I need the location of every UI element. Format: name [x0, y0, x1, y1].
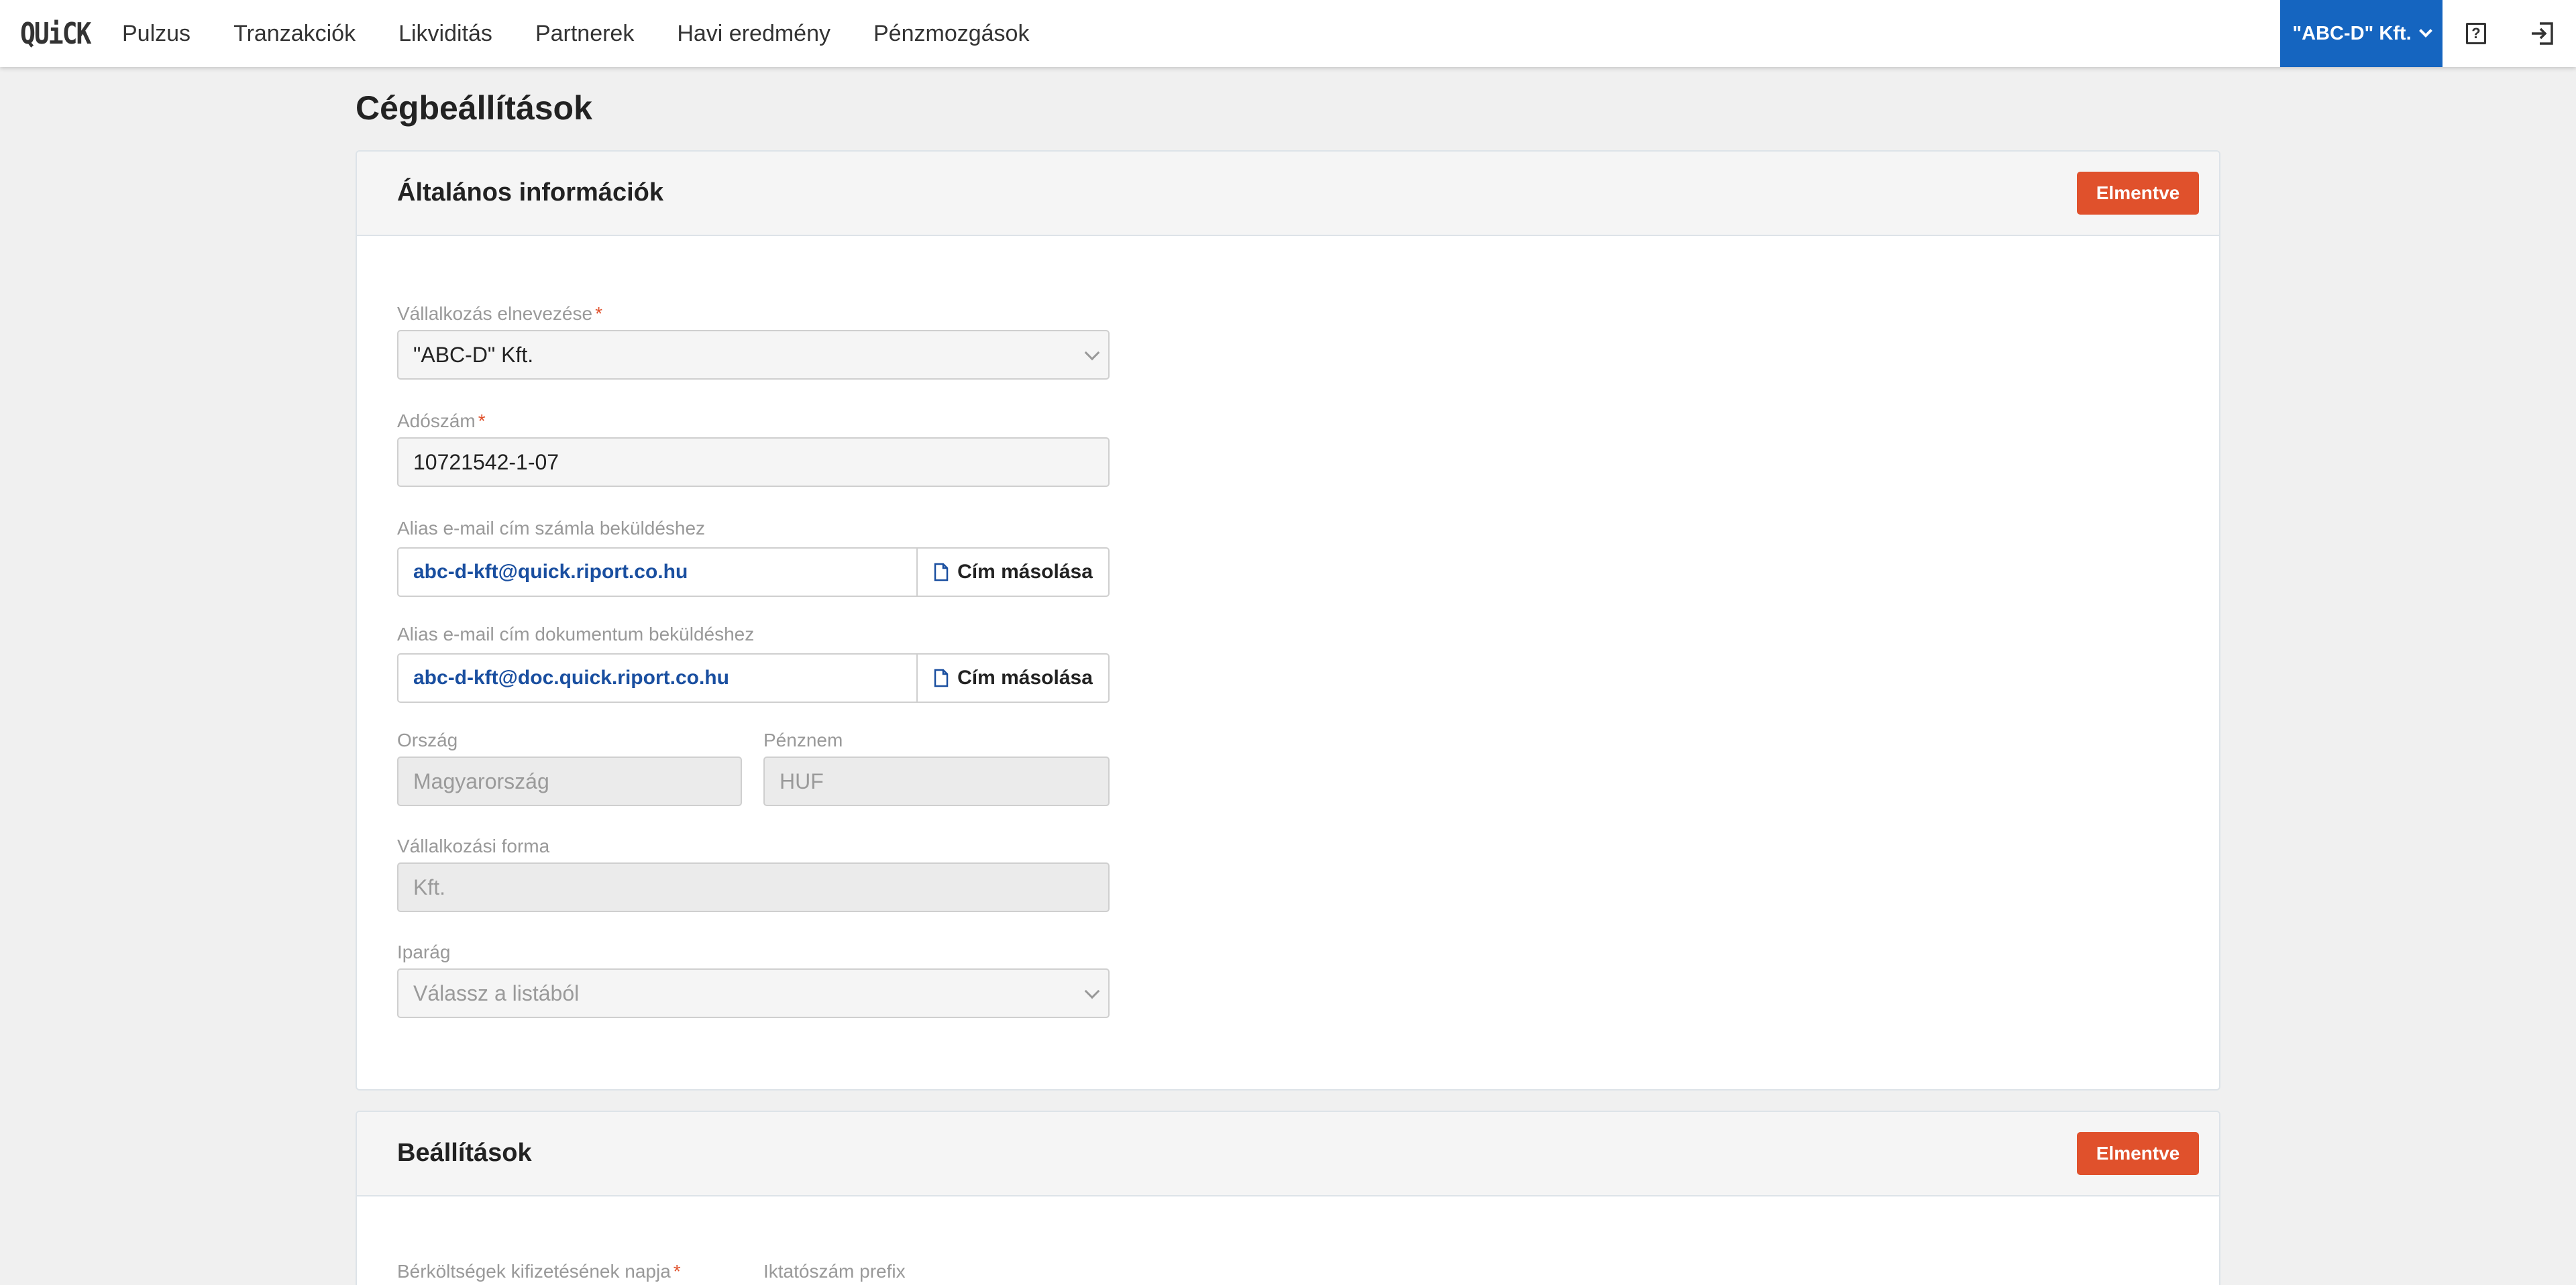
- industry-placeholder: Válassz a listából: [413, 981, 580, 1005]
- top-navigation-bar: QUiCK Pulzus Tranzakciók Likviditás Part…: [0, 0, 2576, 67]
- currency-input: HUF: [763, 757, 1110, 806]
- quick-logo[interactable]: QUiCK: [20, 17, 91, 51]
- country-value: Magyarország: [413, 769, 549, 793]
- nav-item-havi-eredmeny[interactable]: Havi eredmény: [677, 21, 830, 47]
- general-save-button[interactable]: Elmentve: [2077, 172, 2199, 215]
- settings-title: Beállítások: [397, 1139, 532, 1167]
- required-marker: *: [478, 410, 486, 431]
- chevron-down-icon: [2418, 24, 2432, 38]
- salary-day-label: Bérköltségek kifizetésének napja *: [397, 1261, 681, 1282]
- company-selector-label: "ABC-D" Kft.: [2292, 22, 2412, 44]
- company-name-label: Vállalkozás elnevezése *: [397, 303, 602, 325]
- document-alias-group: abc-d-kft@doc.quick.riport.co.hu Cím más…: [397, 653, 1110, 703]
- document-alias-label: Alias e-mail cím dokumentum beküldéshez: [397, 624, 755, 645]
- company-selector-button[interactable]: "ABC-D" Kft.: [2280, 0, 2443, 67]
- nav-item-likviditas[interactable]: Likviditás: [398, 21, 492, 47]
- question-square-icon[interactable]: ?: [2463, 20, 2490, 47]
- nav-item-pulzus[interactable]: Pulzus: [122, 21, 191, 47]
- business-form-label: Vállalkozási forma: [397, 836, 550, 856]
- industry-label: Iparág: [397, 942, 451, 962]
- copy-document-alias-label: Cím másolása: [957, 667, 1093, 689]
- general-info-card: Általános információk Elmentve Vállalkoz…: [356, 150, 2220, 1091]
- logout-icon[interactable]: [2529, 20, 2556, 47]
- document-icon: [934, 563, 949, 581]
- tax-number-label: Adószám *: [397, 410, 486, 432]
- nav-item-partnerek[interactable]: Partnerek: [535, 21, 634, 47]
- company-name-value: "ABC-D" Kft.: [413, 342, 534, 367]
- currency-value: HUF: [780, 769, 824, 793]
- settings-header: Beállítások Elmentve: [357, 1112, 2219, 1196]
- page-title: Cégbeállítások: [356, 89, 592, 127]
- business-form-value: Kft.: [413, 875, 446, 899]
- settings-card: Beállítások Elmentve Bérköltségek kifize…: [356, 1111, 2220, 1285]
- general-info-header: Általános információk Elmentve: [357, 152, 2219, 236]
- required-marker: *: [673, 1261, 681, 1282]
- copy-invoice-alias-label: Cím másolása: [957, 561, 1093, 583]
- tax-number-value: 10721542-1-07: [413, 449, 559, 474]
- chevron-down-icon: [1084, 983, 1100, 999]
- company-name-select[interactable]: "ABC-D" Kft.: [397, 330, 1110, 380]
- chevron-down-icon: [1084, 345, 1100, 361]
- company-name-label-text: Vállalkozás elnevezése: [397, 303, 593, 324]
- settings-save-button[interactable]: Elmentve: [2077, 1132, 2199, 1175]
- currency-label: Pénznem: [763, 730, 843, 750]
- document-alias-email[interactable]: abc-d-kft@doc.quick.riport.co.hu: [398, 655, 918, 702]
- tax-number-input[interactable]: 10721542-1-07: [397, 437, 1110, 487]
- nav-item-penzmozgasok[interactable]: Pénzmozgások: [873, 21, 1029, 47]
- document-icon: [934, 669, 949, 687]
- filing-prefix-label: Iktatószám prefix: [763, 1261, 906, 1282]
- copy-invoice-alias-button[interactable]: Cím másolása: [918, 549, 1108, 596]
- invoice-alias-email[interactable]: abc-d-kft@quick.riport.co.hu: [398, 549, 918, 596]
- copy-document-alias-button[interactable]: Cím másolása: [918, 655, 1108, 702]
- country-label: Ország: [397, 730, 458, 750]
- required-marker: *: [595, 303, 602, 324]
- salary-day-label-text: Bérköltségek kifizetésének napja: [397, 1261, 671, 1282]
- invoice-alias-label: Alias e-mail cím számla beküldéshez: [397, 518, 706, 539]
- tax-number-label-text: Adószám: [397, 410, 476, 431]
- business-form-input: Kft.: [397, 862, 1110, 912]
- invoice-alias-group: abc-d-kft@quick.riport.co.hu Cím másolás…: [397, 547, 1110, 597]
- country-input: Magyarország: [397, 757, 742, 806]
- nav-item-tranzakciok[interactable]: Tranzakciók: [233, 21, 356, 47]
- main-nav: Pulzus Tranzakciók Likviditás Partnerek …: [122, 0, 1072, 67]
- industry-select[interactable]: Válassz a listából: [397, 968, 1110, 1018]
- general-info-title: Általános információk: [397, 178, 663, 207]
